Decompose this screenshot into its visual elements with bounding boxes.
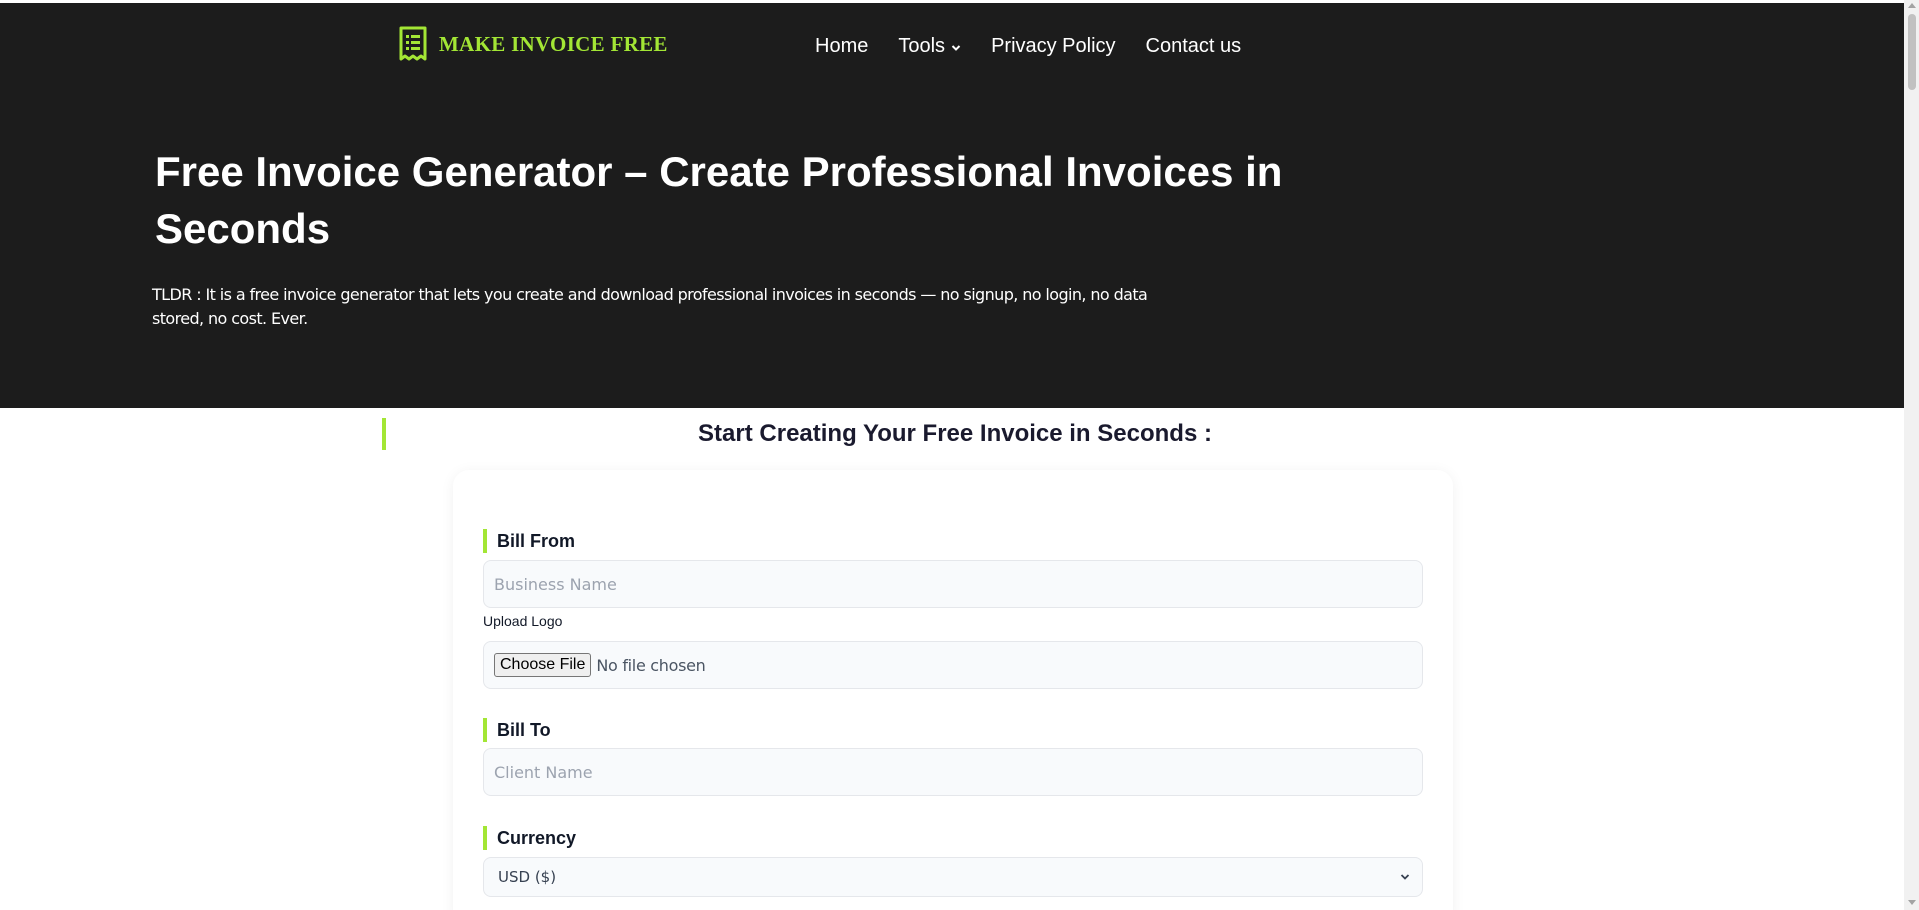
client-name-field <box>483 748 1423 796</box>
site-logo[interactable]: MAKE INVOICE FREE <box>397 24 668 64</box>
main-nav: Home Tools Privacy Policy Contact us <box>815 35 1241 58</box>
currency-selected-value: USD ($) <box>498 868 557 886</box>
tldr-text: TLDR : It is a free invoice generator th… <box>152 285 1148 328</box>
business-name-input[interactable] <box>484 561 1422 607</box>
scrollbar-thumb[interactable] <box>1908 14 1916 90</box>
page: MAKE INVOICE FREE Home Tools Privacy Pol… <box>0 0 1919 910</box>
currency-label: Currency <box>497 827 577 848</box>
bill-from-label: Bill From <box>497 530 576 551</box>
logo-upload-field: Choose File No file chosen <box>483 641 1423 689</box>
nav-contact-us[interactable]: Contact us <box>1146 35 1242 58</box>
nav-tools[interactable]: Tools <box>898 35 961 58</box>
business-name-field <box>483 560 1423 608</box>
nav-privacy-policy[interactable]: Privacy Policy <box>991 35 1115 58</box>
nav-home[interactable]: Home <box>815 35 868 58</box>
bill-to-label: Bill To <box>497 719 551 740</box>
scroll-down-arrow-icon[interactable] <box>1908 900 1916 905</box>
bill-to-heading: Bill To <box>483 718 551 742</box>
chevron-down-icon <box>1400 874 1410 880</box>
group-accent-bar <box>483 529 487 553</box>
upload-logo-label: Upload Logo <box>483 613 563 629</box>
page-scrollbar[interactable] <box>1904 0 1919 910</box>
nav-tools-label: Tools <box>898 35 946 57</box>
file-status-text: No file chosen <box>596 655 706 675</box>
chevron-down-icon <box>951 44 961 51</box>
group-accent-bar <box>483 718 487 742</box>
receipt-icon <box>399 26 427 61</box>
choose-file-button[interactable]: Choose File <box>494 653 592 677</box>
section-title: Start Creating Your Free Invoice in Seco… <box>698 420 1212 447</box>
page-title: Free Invoice Generator – Create Professi… <box>155 148 1283 252</box>
currency-select[interactable]: USD ($) <box>483 857 1423 897</box>
bill-from-heading: Bill From <box>483 529 575 553</box>
currency-heading: Currency <box>483 826 576 850</box>
group-accent-bar <box>483 826 487 850</box>
invoice-form-card <box>453 470 1453 910</box>
client-name-input[interactable] <box>484 749 1422 795</box>
logo-text: MAKE INVOICE FREE <box>439 31 668 56</box>
hero-section: MAKE INVOICE FREE Home Tools Privacy Pol… <box>0 3 1904 408</box>
scroll-up-arrow-icon[interactable] <box>1908 3 1916 8</box>
